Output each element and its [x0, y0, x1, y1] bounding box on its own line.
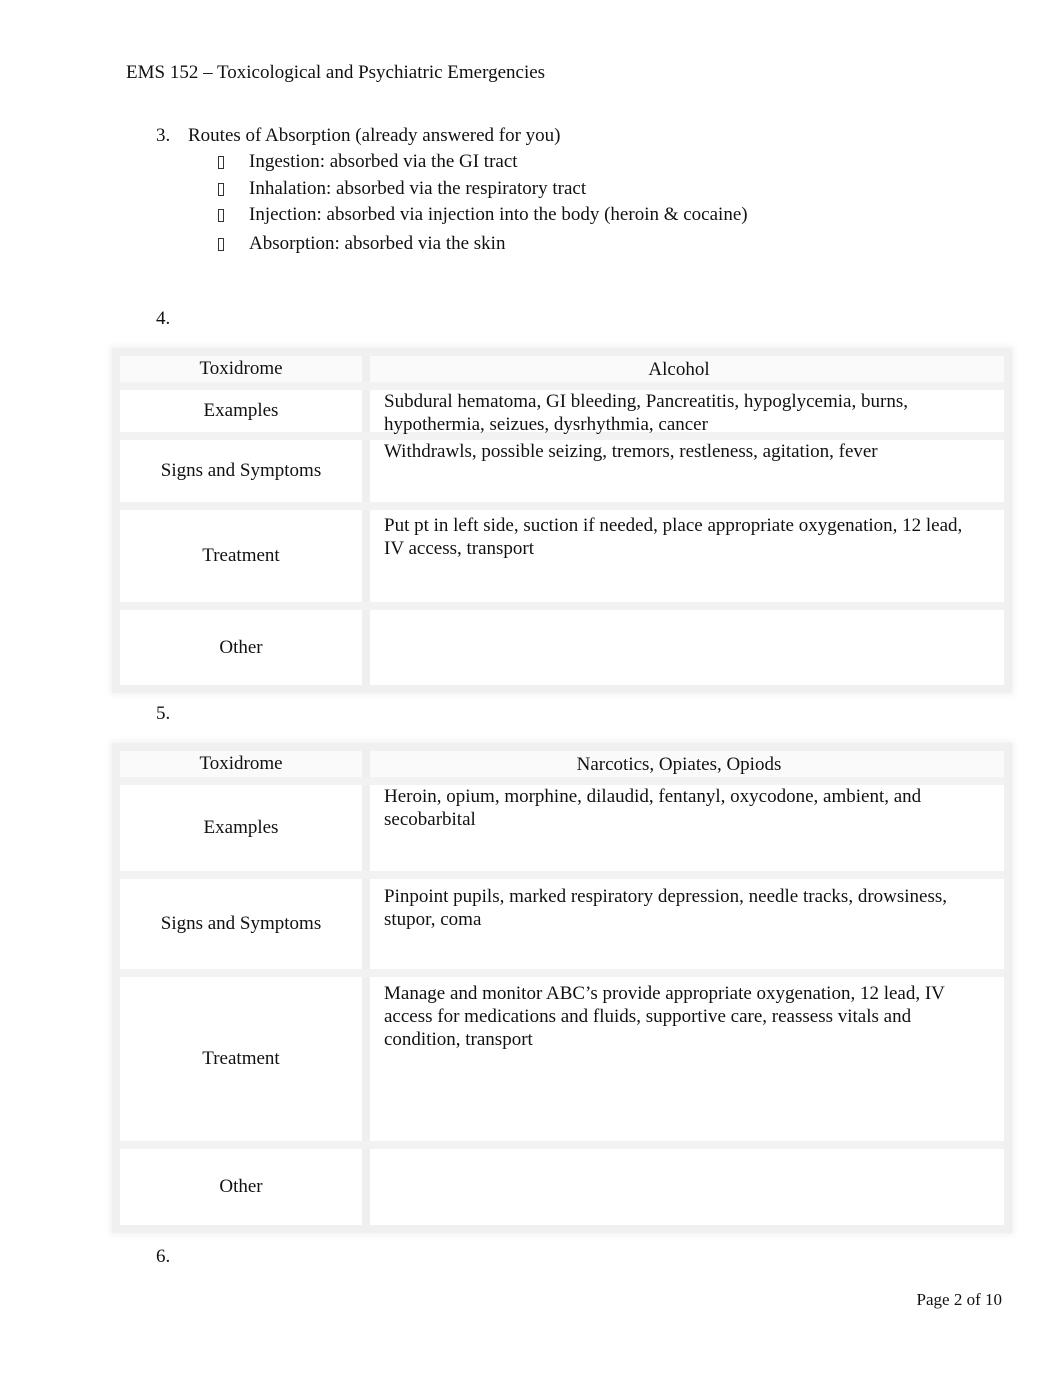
list-item-text: Absorption: absorbed via the skin — [249, 233, 506, 254]
table-header-row: Toxidrome Alcohol — [120, 356, 1004, 390]
question-5-number: 5. — [156, 703, 171, 724]
table-row: Other — [120, 1149, 1004, 1225]
table-row: Treatment Put pt in left side, suction i… — [120, 510, 1004, 610]
table-row: Treatment Manage and monitor ABC’s provi… — [120, 977, 1004, 1149]
row-value[interactable]: Withdrawls, possible seizing, tremors, r… — [370, 440, 1004, 502]
question-3-label: Routes of Absorption (already answered f… — [188, 125, 561, 146]
page-number: Page 2 of 10 — [916, 1290, 1002, 1309]
list-item: Injection: absorbed via injection into t… — [218, 204, 748, 226]
table-header-row: Toxidrome Narcotics, Opiates, Opiods — [120, 751, 1004, 785]
list-item-text: Ingestion: absorbed via the GI tract — [249, 151, 518, 172]
table-header-cell: Alcohol — [648, 358, 710, 380]
question-6-number: 6. — [156, 1246, 171, 1267]
list-item: Ingestion: absorbed via the GI tract — [218, 151, 518, 173]
table-header-cell: Toxidrome — [120, 356, 370, 382]
list-item: Inhalation: absorbed via the respiratory… — [218, 178, 586, 200]
list-item-text: Inhalation: absorbed via the respiratory… — [249, 178, 587, 199]
row-label: Signs and Symptoms — [120, 879, 370, 969]
row-label: Other — [120, 610, 370, 685]
row-label: Signs and Symptoms — [120, 440, 370, 502]
row-value[interactable] — [370, 610, 1004, 685]
table-header-cell: Toxidrome — [120, 751, 370, 777]
row-value[interactable]: Heroin, opium, morphine, dilaudid, fenta… — [370, 785, 1004, 871]
row-label: Treatment — [120, 977, 370, 1141]
bullet-icon — [218, 208, 224, 222]
table-row: Examples Heroin, opium, morphine, dilaud… — [120, 785, 1004, 879]
row-label: Treatment — [120, 510, 370, 602]
row-label: Examples — [120, 390, 370, 432]
table-row: Examples Subdural hematoma, GI bleeding,… — [120, 390, 1004, 440]
bullet-icon — [218, 182, 224, 196]
table-row: Other — [120, 610, 1004, 685]
row-label: Examples — [120, 785, 370, 871]
row-value[interactable]: Subdural hematoma, GI bleeding, Pancreat… — [370, 390, 1004, 435]
toxidrome-table-alcohol: Toxidrome Alcohol Examples Subdural hema… — [112, 348, 1012, 693]
row-value[interactable]: Manage and monitor ABC’s provide appropr… — [370, 977, 1004, 1141]
list-item: Absorption: absorbed via the skin — [218, 233, 505, 255]
row-value[interactable] — [370, 1149, 1004, 1225]
row-value[interactable]: Put pt in left side, suction if needed, … — [370, 510, 1004, 602]
table-header-cell: Narcotics, Opiates, Opiods — [576, 753, 782, 775]
bullet-icon — [218, 237, 224, 251]
toxidrome-table-narcotics: Toxidrome Narcotics, Opiates, Opiods Exa… — [112, 743, 1012, 1233]
list-item-text: Injection: absorbed via injection into t… — [249, 204, 748, 225]
question-3-number: 3. — [156, 125, 171, 146]
row-label: Other — [120, 1149, 370, 1225]
document-header-title: EMS 152 – Toxicological and Psychiatric … — [126, 62, 546, 83]
table-row: Signs and Symptoms Withdrawls, possible … — [120, 440, 1004, 510]
table-row: Signs and Symptoms Pinpoint pupils, mark… — [120, 879, 1004, 977]
bullet-icon — [218, 155, 224, 169]
row-value[interactable]: Pinpoint pupils, marked respiratory depr… — [370, 879, 1004, 969]
question-4-number: 4. — [156, 308, 171, 329]
